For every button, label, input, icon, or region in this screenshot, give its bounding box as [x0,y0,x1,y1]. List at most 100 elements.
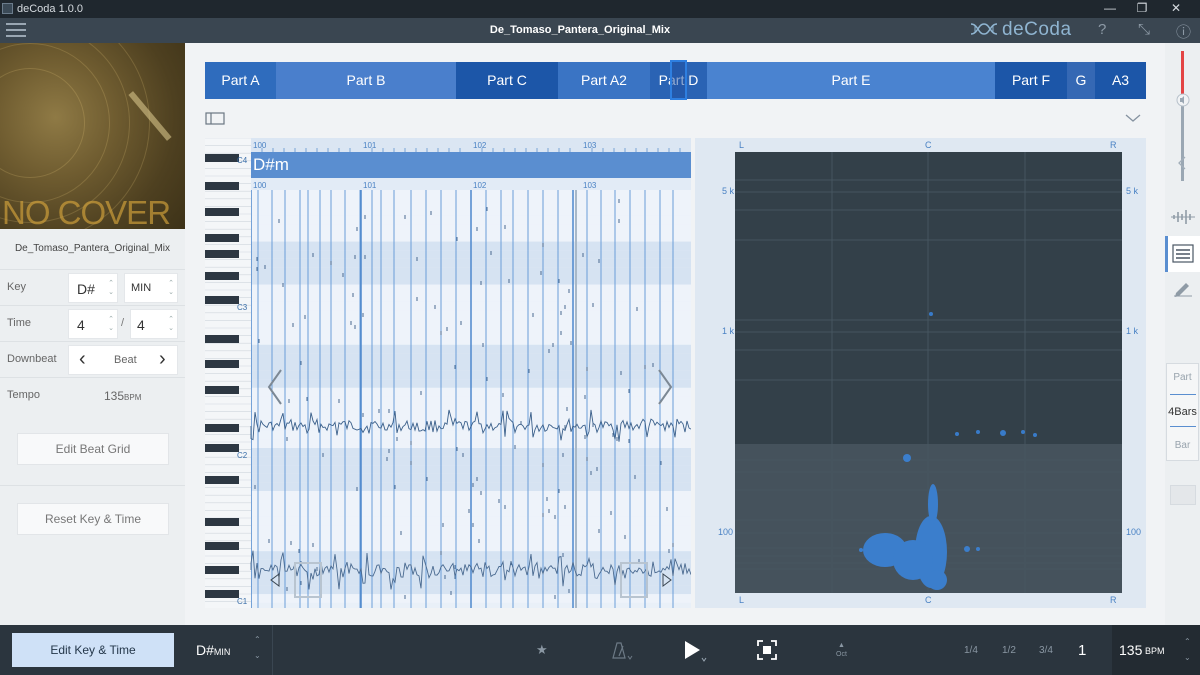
mode-select[interactable]: MIN ⌃ ⌄ [124,273,178,303]
bar-number: 102 [473,181,487,190]
tempo-label: Tempo [7,389,41,401]
part-block-6[interactable]: Part E [707,62,995,99]
downbeat-value: Beat [114,354,137,366]
parts-timeline[interactable]: Part APart BPart CPart A2Part DPart EPar… [205,60,1146,100]
header-bar: De_Tomaso_Pantera_Original_Mix deCoda ? … [0,18,1200,43]
volume-speaker-icon[interactable] [1174,93,1192,107]
key-spinner-icon[interactable]: ⌃ ⌄ [108,279,114,297]
downbeat-row: Downbeat ‹ Beat › [0,341,185,377]
freq-100-left: 100 [718,527,734,537]
spectrum-left-top: L [739,140,745,150]
zoom-bar[interactable]: Bar [1167,440,1198,451]
info-icon[interactable]: ⓘ [1176,21,1191,42]
position-half[interactable]: 1/2 [1002,645,1016,656]
zoom-4bars[interactable]: 4Bars [1167,406,1198,418]
dna-icon [970,23,998,35]
loop-focus-icon[interactable] [757,640,777,660]
bar-number-top: 103 [583,141,597,150]
next-beat-icon[interactable]: › [159,348,166,371]
position-three-quarter[interactable]: 3/4 [1039,645,1053,656]
bar-number: 101 [363,181,377,190]
time-denominator-input[interactable]: 4 ⌃ ⌄ [130,309,178,339]
key-row: Key D# ⌃ ⌄ MIN ⌃ ⌄ [0,269,185,305]
piano-roll-canvas[interactable]: 100 100 101 101 102 102 103 103 C4 C3 C2 C1 [205,138,691,608]
stereo-spectrum-plot[interactable] [735,152,1122,593]
play-icon[interactable] [682,638,712,664]
star-icon[interactable]: ★ [536,642,548,658]
help-icon[interactable]: ? [1098,21,1106,38]
expand-icon[interactable]: ⤡ [1138,21,1150,38]
key-label: Key [7,281,26,293]
part-block-7[interactable]: Part F [995,62,1067,99]
time-numerator-input[interactable]: 4 ⌃ ⌄ [68,309,118,339]
freq-5k-right: 5 k [1126,186,1139,196]
time-num-spinner-icon[interactable]: ⌃ ⌄ [108,315,114,333]
spectrum-left-bottom: L [739,595,745,605]
bar-number-top: 100 [253,141,267,150]
notes-view-tab[interactable] [1165,236,1200,272]
part-block-4[interactable]: Part A2 [558,62,650,99]
freq-5k-left: 5 k [722,186,735,196]
title-bar: deCoda 1.0.0 — ❐ ✕ [0,0,1200,18]
octave-label: C1 [237,597,248,606]
spectrum-panel[interactable]: L C R L C R 5 k 1 k 100 5 k 1 k 100 [695,138,1146,608]
minimize-button[interactable]: — [1098,1,1122,15]
spectrum-canvas [735,152,1122,593]
spectrum-right-bottom: R [1110,595,1117,605]
position-quarter[interactable]: 1/4 [964,645,978,656]
part-label: Part C [487,72,527,88]
zoom-part[interactable]: Part [1167,372,1198,383]
tempo-spinner-icon[interactable]: ⌃ ⌄ [1184,634,1191,666]
app-window: deCoda 1.0.0 — ❐ ✕ De_Tomaso_Pantera_Ori… [0,0,1200,675]
time-den-spinner-icon[interactable]: ⌃ ⌄ [168,315,174,333]
part-block-2[interactable]: Part B [276,62,456,99]
mode-value: MIN [131,282,152,294]
pencil-icon[interactable] [1173,279,1193,297]
restore-button[interactable]: ❐ [1130,1,1154,15]
tempo-row: Tempo 135BPM [0,377,185,413]
metronome-icon[interactable] [608,641,634,661]
playhead-marker[interactable] [670,60,687,100]
part-label: Part E [831,72,871,88]
part-block-8[interactable]: G [1067,62,1095,99]
edit-beat-grid-button[interactable]: Edit Beat Grid [17,433,169,465]
time-denominator: 4 [137,317,145,333]
part-block-9[interactable]: A3 [1095,62,1146,99]
piano-roll[interactable]: 100 100 101 101 102 102 103 103 C4 C3 C2 C1 D#m [205,138,691,608]
part-block-1[interactable]: Part A [205,62,276,99]
key-select[interactable]: D# ⌃ ⌄ [68,273,118,303]
key-display[interactable]: D#MIN [196,642,230,658]
spectrum-center-top: C [925,140,932,150]
album-cover: NO COVER [0,43,185,229]
bar-number-top: 102 [473,141,487,150]
downbeat-control: ‹ Beat › [68,345,178,375]
octave-label: C3 [237,303,248,312]
extra-toggle[interactable] [1170,485,1196,505]
bar-number: 103 [583,181,597,190]
edit-key-time-button[interactable]: Edit Key & Time [12,633,174,667]
time-row: Time 4 ⌃ ⌄ / 4 ⌃ ⌄ [0,305,185,341]
collapse-left-chevron-icon[interactable] [1177,155,1187,171]
octave-button[interactable]: ▲ Oct [836,641,847,659]
left-panel: NO COVER De_Tomaso_Pantera_Original_Mix … [0,43,185,625]
part-block-3[interactable]: Part C [456,62,558,99]
mode-spinner-icon[interactable]: ⌃ ⌄ [168,279,174,297]
no-cover-text: NO COVER [2,194,171,229]
decoda-logo: deCoda [970,19,1072,41]
collapse-chevron-icon[interactable] [1125,113,1141,123]
tempo-display[interactable]: 135 BPM ⌃ ⌄ [1112,625,1200,675]
close-button[interactable]: ✕ [1164,1,1188,15]
prev-beat-icon[interactable]: ‹ [79,348,86,371]
logo-text: deCoda [1002,19,1072,40]
zoom-selector: Part 4Bars Bar [1166,363,1199,461]
downbeat-label: Downbeat [7,353,57,365]
beat-counter: 1 [1078,642,1087,659]
reset-key-time-button[interactable]: Reset Key & Time [17,503,169,535]
part-label: Part A [221,72,260,88]
panel-toggle-icon[interactable] [205,112,225,126]
freq-1k-right: 1 k [1126,326,1139,336]
part-label: A3 [1111,72,1130,88]
waveform-icon[interactable] [1171,208,1195,226]
key-spinner-icon[interactable]: ⌃ ⌄ [254,632,261,664]
chord-track [251,152,691,178]
